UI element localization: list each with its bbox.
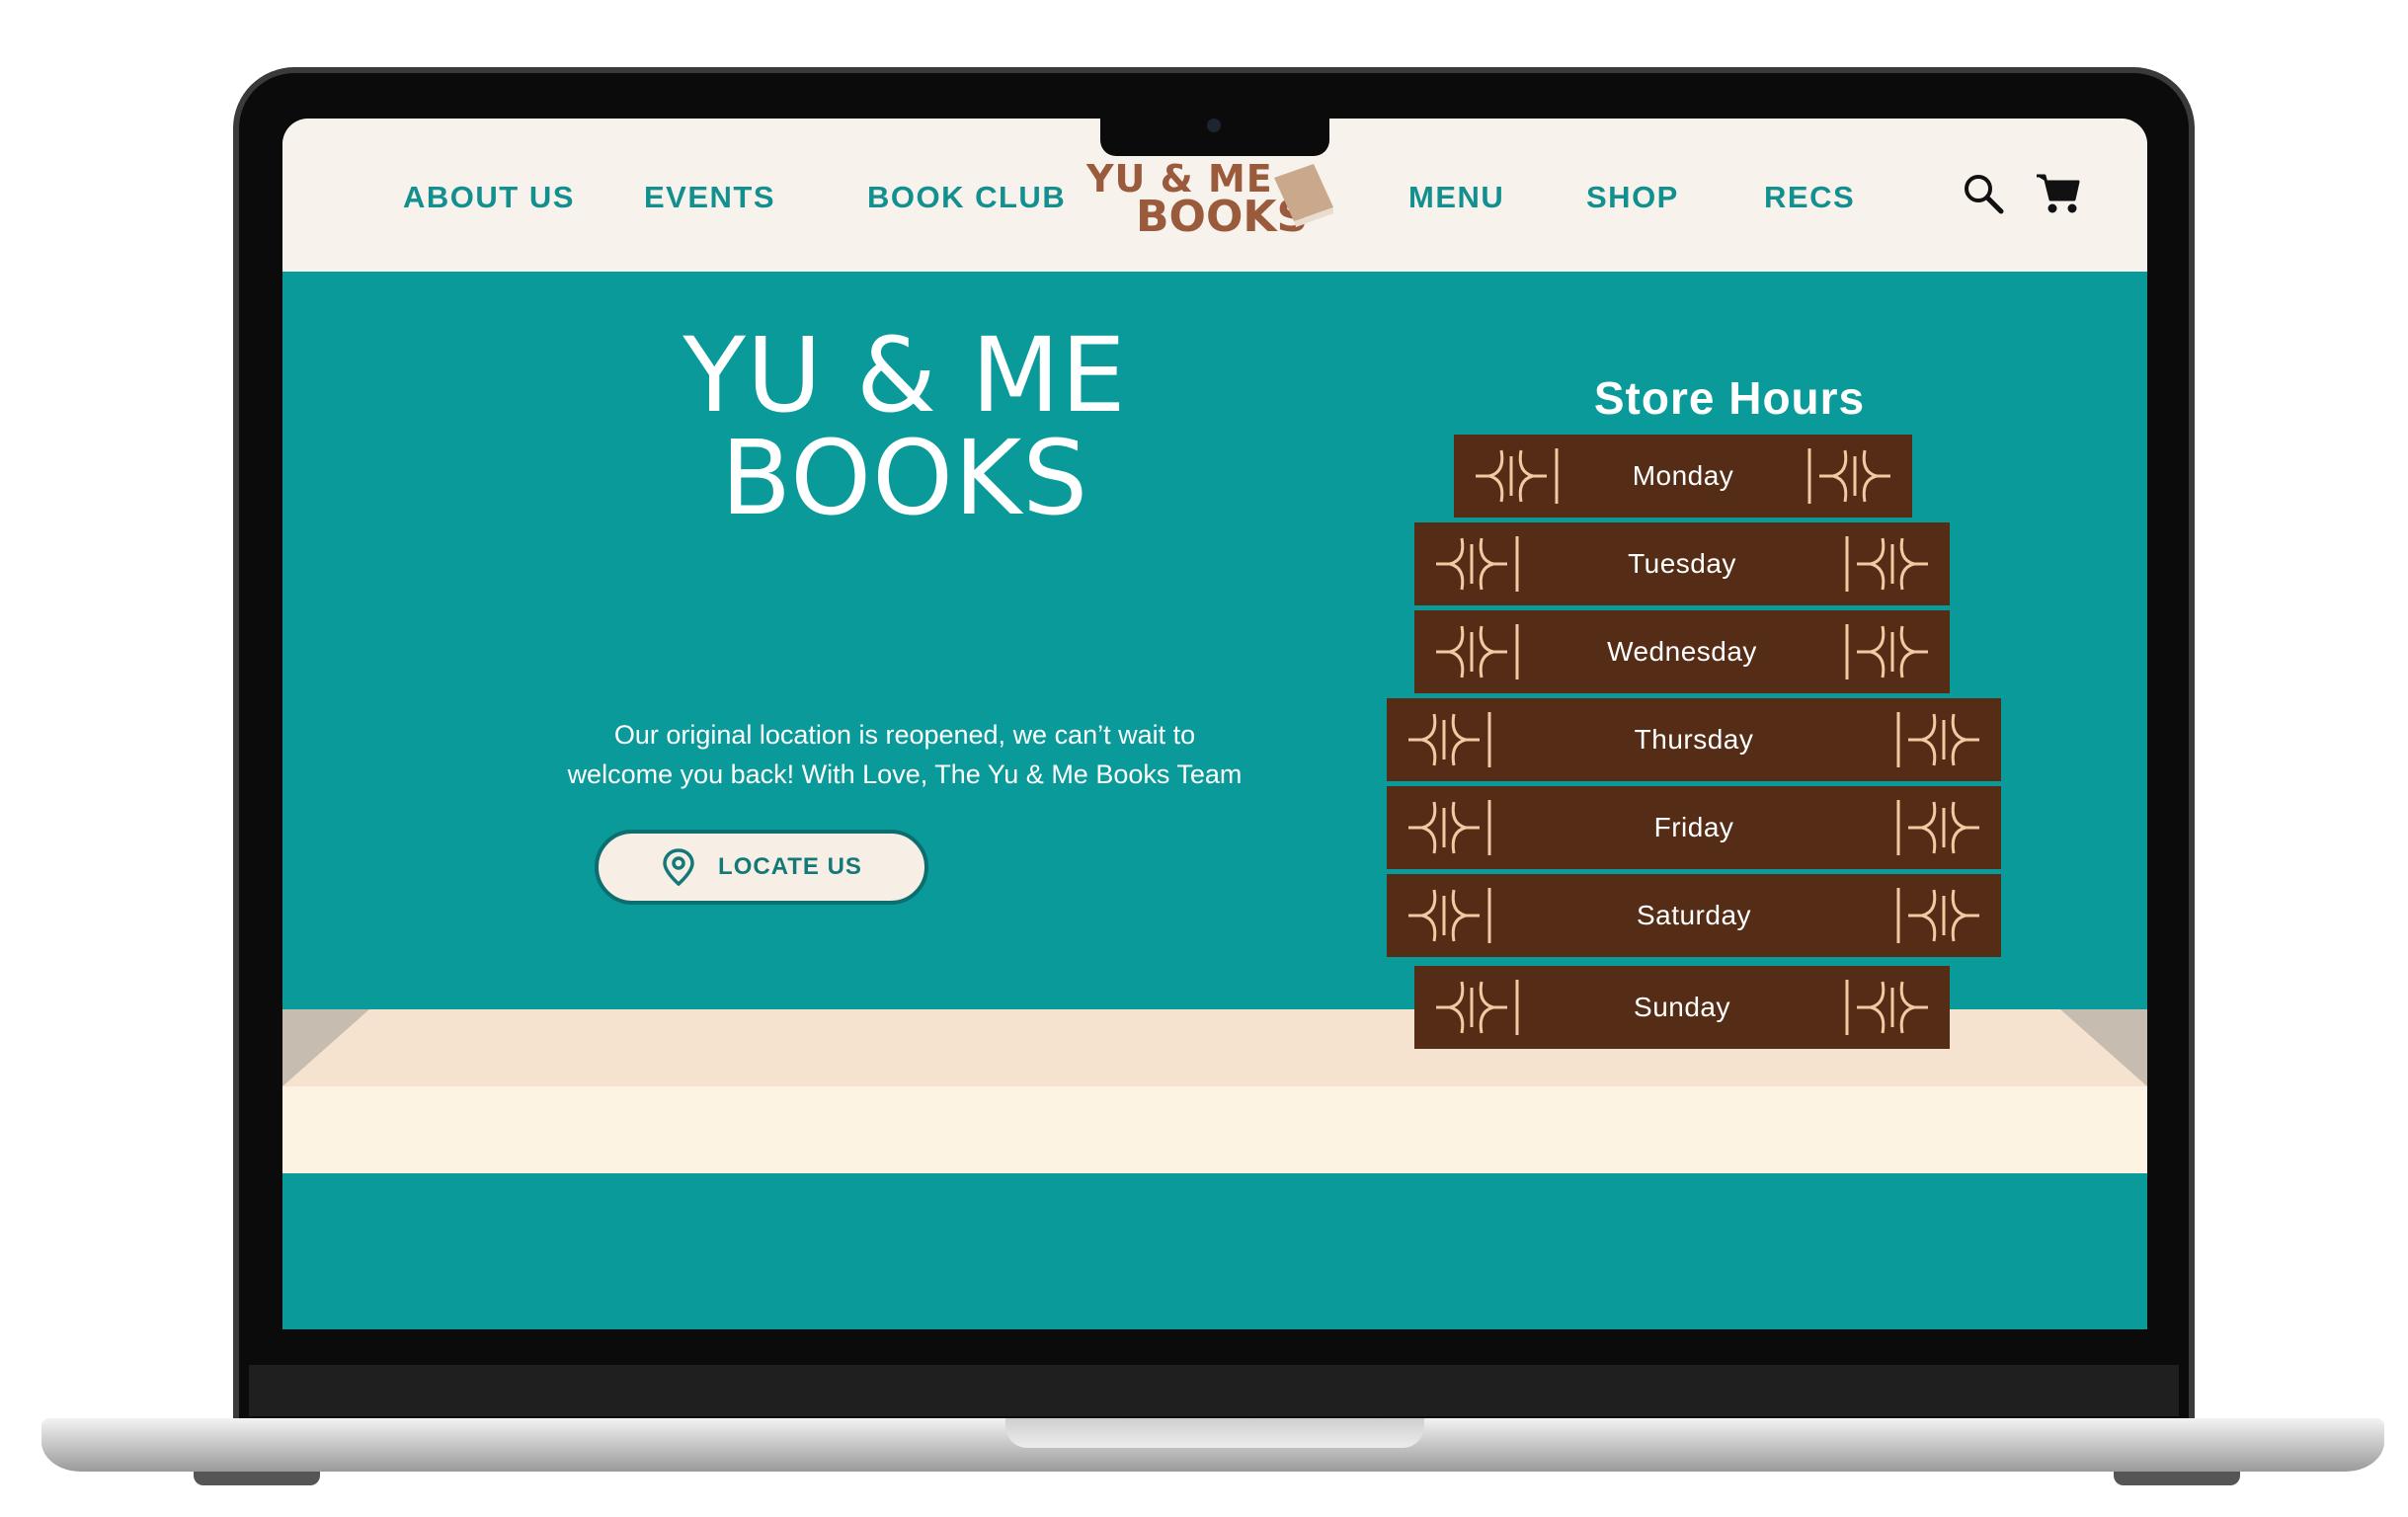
camera-notch <box>1100 113 1329 156</box>
locate-us-label: LOCATE US <box>718 853 862 880</box>
camera-icon <box>1207 119 1221 132</box>
day-label: Monday <box>1632 460 1734 491</box>
hero-title-line-1: YU & ME <box>682 315 1127 436</box>
nav-link-recs[interactable]: RECS <box>1764 180 1855 215</box>
hero-subtitle-line-2: welcome you back! With Love, The Yu & Me… <box>567 759 1243 789</box>
locate-us-button[interactable]: LOCATE US <box>595 830 928 905</box>
shelf-corner-right <box>2060 1009 2147 1086</box>
laptop-chin <box>249 1365 2179 1416</box>
location-pin-icon <box>663 848 694 887</box>
site-logo[interactable]: YU & ME BOOKS <box>1086 156 1343 251</box>
book-ornament-icon <box>1476 448 1559 504</box>
book-ornament-icon <box>1845 624 1928 679</box>
hero-title: YU & ME BOOKS <box>480 324 1329 529</box>
website-screen: ABOUT US EVENTS BOOK CLUB YU & ME BOOKS … <box>282 119 2147 1329</box>
nav-link-events[interactable]: EVENTS <box>644 180 775 215</box>
book-ornament-icon <box>1436 536 1519 592</box>
shelf-corner-left <box>282 1009 369 1086</box>
hero-title-line-2: BOOKS <box>720 418 1089 538</box>
day-label: Wednesday <box>1607 636 1757 667</box>
hero-subtitle-line-1: Our original location is reopened, we ca… <box>613 720 1196 750</box>
laptop-opening-notch <box>1005 1418 1424 1448</box>
shelf-front <box>282 1086 2147 1173</box>
book-ornament-icon <box>1896 800 1979 855</box>
book-ornament-icon <box>1436 980 1519 1035</box>
laptop-foot-right <box>2114 1472 2240 1485</box>
nav-link-menu[interactable]: MENU <box>1408 180 1504 215</box>
book-ornament-icon <box>1408 712 1491 767</box>
day-label: Saturday <box>1636 900 1752 930</box>
cart-icon[interactable] <box>2035 172 2082 215</box>
store-hours-thursday[interactable]: Thursday <box>1387 698 2001 781</box>
day-label: Thursday <box>1634 724 1754 755</box>
store-hours-friday[interactable]: Friday <box>1387 786 2001 869</box>
book-ornament-icon <box>1436 624 1519 679</box>
store-hours-title: Store Hours <box>1593 372 1866 424</box>
book-ornament-icon <box>1896 888 1979 943</box>
book-ornament-icon <box>1896 712 1979 767</box>
book-ornament-icon <box>1845 980 1928 1035</box>
store-hours-wednesday[interactable]: Wednesday <box>1414 610 1950 693</box>
nav-link-book-club[interactable]: BOOK CLUB <box>867 180 1066 215</box>
search-icon[interactable] <box>1962 172 2005 215</box>
nav-link-shop[interactable]: SHOP <box>1586 180 1679 215</box>
store-hours-monday[interactable]: Monday <box>1454 435 1912 518</box>
store-hours-tuesday[interactable]: Tuesday <box>1414 522 1950 605</box>
store-hours-saturday[interactable]: Saturday <box>1387 874 2001 957</box>
book-ornament-icon <box>1807 448 1890 504</box>
laptop-foot-left <box>194 1472 320 1485</box>
day-label: Friday <box>1653 812 1734 842</box>
nav-link-about-us[interactable]: ABOUT US <box>403 180 575 215</box>
day-label: Sunday <box>1634 992 1730 1022</box>
store-hours-sunday[interactable]: Sunday <box>1414 966 1950 1049</box>
day-label: Tuesday <box>1628 548 1736 579</box>
book-ornament-icon <box>1845 536 1928 592</box>
hero-subtitle: Our original location is reopened, we ca… <box>342 715 1468 794</box>
logo-book-icon <box>1274 164 1333 227</box>
book-ornament-icon <box>1408 800 1491 855</box>
book-ornament-icon <box>1408 888 1491 943</box>
